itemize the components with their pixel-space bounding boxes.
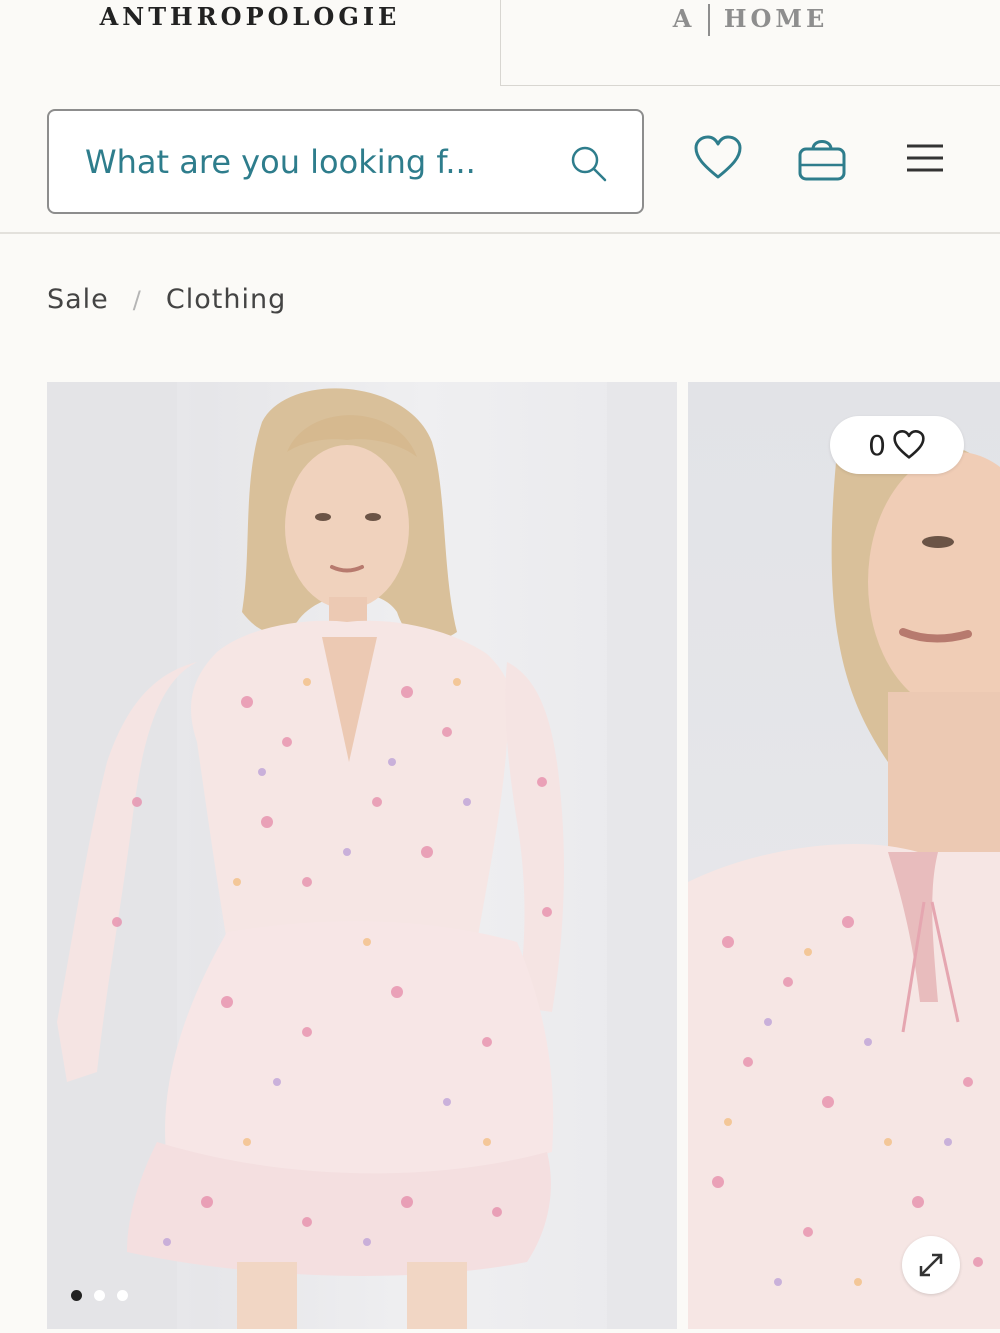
menu-button[interactable] <box>897 130 953 186</box>
gallery-dot-1[interactable] <box>71 1290 82 1301</box>
brand-tab-home[interactable]: A HOME <box>500 0 1000 86</box>
gallery-pagination <box>71 1290 128 1301</box>
hamburger-menu-icon <box>907 144 943 172</box>
product-image-closeup-illustration <box>688 434 1000 1329</box>
wishlist-count-button[interactable]: 0 <box>830 416 964 474</box>
product-image-illustration <box>47 382 677 1329</box>
shopping-bag-icon <box>798 140 846 181</box>
home-logo-divider <box>708 4 710 36</box>
shopping-bag-button[interactable] <box>794 130 850 186</box>
brand-logo-text: ANTHROPOLOGIE <box>99 2 401 31</box>
home-logo-mark: A <box>672 4 695 33</box>
expand-icon <box>919 1253 943 1277</box>
product-image-secondary[interactable] <box>688 382 1000 1329</box>
breadcrumb-item-clothing[interactable]: Clothing <box>166 284 286 315</box>
breadcrumb-separator: / <box>132 285 142 314</box>
heart-icon <box>694 135 742 179</box>
breadcrumb-item-sale[interactable]: Sale <box>47 284 109 315</box>
brand-tab-anthropologie[interactable]: ANTHROPOLOGIE <box>0 0 500 86</box>
gallery-dot-2[interactable] <box>94 1290 105 1301</box>
brand-switcher: ANTHROPOLOGIE A HOME <box>0 0 1000 86</box>
heart-icon <box>893 430 925 459</box>
gallery-dot-3[interactable] <box>117 1290 128 1301</box>
home-logo-text: HOME <box>723 4 829 33</box>
breadcrumb: Sale / Clothing <box>47 284 286 315</box>
header-divider <box>0 232 1000 234</box>
search-icon[interactable] <box>568 143 608 183</box>
expand-image-button[interactable] <box>902 1236 960 1294</box>
search-bar[interactable] <box>47 109 644 214</box>
product-image-main[interactable] <box>47 382 677 1329</box>
wishlist-button[interactable] <box>690 130 746 186</box>
wishlist-count: 0 <box>868 428 886 462</box>
product-gallery[interactable] <box>47 382 1000 1329</box>
search-input[interactable] <box>85 142 545 181</box>
